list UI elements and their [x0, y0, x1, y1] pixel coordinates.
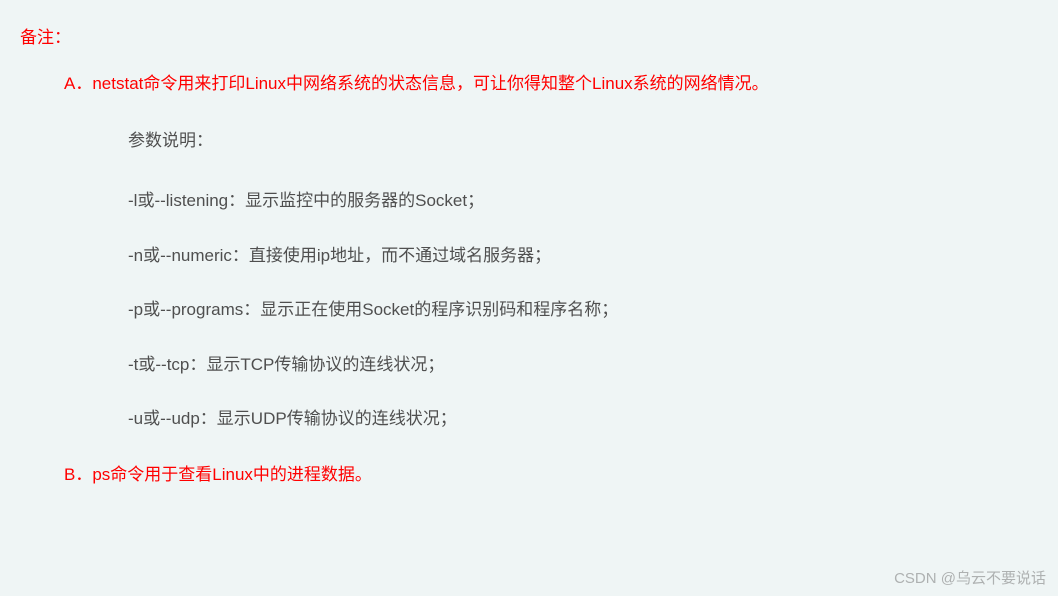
params-block: 参数说明： -l或--listening：显示监控中的服务器的Socket； -… — [20, 114, 1038, 446]
section-b: B．ps命令用于查看Linux中的进程数据。 — [20, 450, 1038, 499]
params-title: 参数说明： — [128, 114, 1038, 168]
param-item: -u或--udp：显示UDP传输协议的连线状况； — [128, 392, 1038, 446]
document-content: 备注： A．netstat命令用来打印Linux中网络系统的状态信息，可让你得知… — [0, 0, 1058, 500]
param-item: -l或--listening：显示监控中的服务器的Socket； — [128, 174, 1038, 228]
param-item: -n或--numeric：直接使用ip地址，而不通过域名服务器； — [128, 229, 1038, 283]
section-a-text: A．netstat命令用来打印Linux中网络系统的状态信息，可让你得知整个Li… — [64, 74, 769, 93]
note-label: 备注： — [20, 18, 1038, 59]
section-a: A．netstat命令用来打印Linux中网络系统的状态信息，可让你得知整个Li… — [20, 59, 1038, 108]
param-item: -t或--tcp：显示TCP传输协议的连线状况； — [128, 338, 1038, 392]
watermark: CSDN @乌云不要说话 — [894, 567, 1046, 588]
param-item: -p或--programs：显示正在使用Socket的程序识别码和程序名称； — [128, 283, 1038, 337]
